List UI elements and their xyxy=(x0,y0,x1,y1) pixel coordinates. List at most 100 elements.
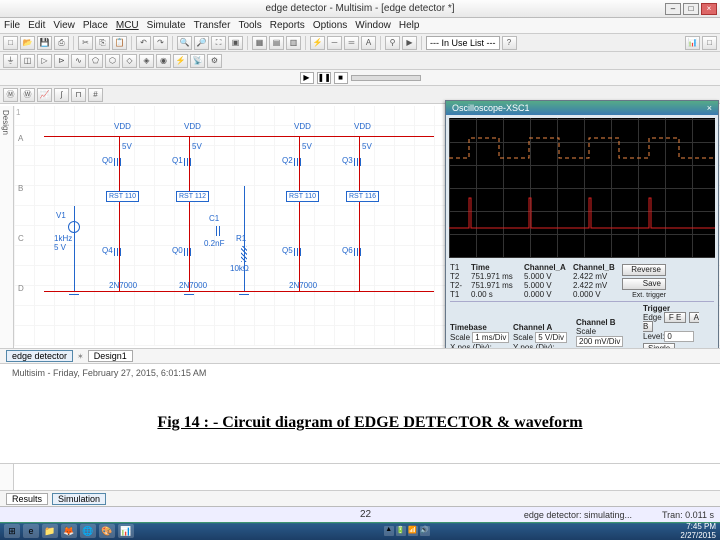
mixed-icon[interactable]: ◈ xyxy=(139,54,154,68)
undo-icon[interactable]: ↶ xyxy=(136,36,151,50)
oscilloscope-icon[interactable]: 📈 xyxy=(37,88,52,102)
close-button[interactable]: × xyxy=(701,3,717,15)
instrument-icon[interactable]: 📊 xyxy=(685,36,700,50)
oscillo-close-icon[interactable]: × xyxy=(707,103,712,113)
basic-icon[interactable]: ◫ xyxy=(20,54,35,68)
pause-button[interactable]: ❚❚ xyxy=(317,72,331,84)
menu-file[interactable]: File xyxy=(4,20,20,31)
zoom-out-icon[interactable]: 🔎 xyxy=(194,36,209,50)
mosfet-q6[interactable] xyxy=(354,246,366,258)
grid-icon[interactable]: ▦ xyxy=(252,36,267,50)
in-use-list[interactable]: --- In Use List --- xyxy=(426,36,500,50)
menu-view[interactable]: View xyxy=(53,20,75,31)
menu-place[interactable]: Place xyxy=(83,20,108,31)
chb-scale[interactable]: 200 mV/Div xyxy=(576,336,623,347)
tab-simulation[interactable]: Simulation xyxy=(52,493,106,505)
tb-scale[interactable]: 1 ms/Div xyxy=(472,332,509,343)
resistor[interactable] xyxy=(241,246,247,262)
menu-simulate[interactable]: Simulate xyxy=(147,20,186,31)
layers-icon[interactable]: ▥ xyxy=(286,36,301,50)
mosfet-q2[interactable] xyxy=(294,156,306,168)
paste-icon[interactable]: 📋 xyxy=(112,36,127,50)
electro-icon[interactable]: ⚙ xyxy=(207,54,222,68)
ground-3[interactable] xyxy=(239,294,249,300)
multisim-icon[interactable]: 📊 xyxy=(118,524,134,538)
bus-icon[interactable]: ═ xyxy=(344,36,359,50)
open-icon[interactable]: 📂 xyxy=(20,36,35,50)
copy-icon[interactable]: ⎘ xyxy=(95,36,110,50)
mosfet-q1[interactable] xyxy=(184,156,196,168)
edge-fe[interactable]: F E xyxy=(664,312,686,323)
capacitor[interactable] xyxy=(214,226,222,236)
tray-volume-icon[interactable]: 🔊 xyxy=(420,526,430,536)
ttl-icon[interactable]: ⬠ xyxy=(88,54,103,68)
new-icon[interactable]: □ xyxy=(3,36,18,50)
menu-mcu[interactable]: MCU xyxy=(116,20,139,31)
wire-icon[interactable]: ─ xyxy=(327,36,342,50)
ie-icon[interactable]: e xyxy=(23,524,39,538)
windows-taskbar[interactable]: ⊞ e 📁 🦊 🌐 🎨 📊 ▲ 🔋 📶 🔊 7:45 PM 2/27/2015 xyxy=(0,522,720,540)
probe-icon[interactable]: ⚲ xyxy=(385,36,400,50)
mosfet-q0[interactable] xyxy=(114,156,126,168)
power-icon[interactable]: ⚡ xyxy=(173,54,188,68)
paint-icon[interactable]: 🎨 xyxy=(99,524,115,538)
sources-icon[interactable]: ⏚ xyxy=(3,54,18,68)
explorer-icon[interactable]: 📁 xyxy=(42,524,58,538)
indicator-icon[interactable]: ◉ xyxy=(156,54,171,68)
zoom-fit-icon[interactable]: ⛶ xyxy=(211,36,226,50)
ground-2[interactable] xyxy=(184,294,194,300)
sim-speed-slider[interactable] xyxy=(351,75,421,81)
menu-edit[interactable]: Edit xyxy=(28,20,45,31)
rf-icon[interactable]: 📡 xyxy=(190,54,205,68)
print-icon[interactable]: ⎙ xyxy=(54,36,69,50)
save-icon[interactable]: 💾 xyxy=(37,36,52,50)
oscillo-titlebar[interactable]: Oscilloscope-XSC1 × xyxy=(446,101,718,115)
zoom-in-icon[interactable]: 🔍 xyxy=(177,36,192,50)
ground-1[interactable] xyxy=(69,294,79,300)
menu-help[interactable]: Help xyxy=(399,20,420,31)
run-icon[interactable]: ▶ xyxy=(402,36,417,50)
clock[interactable]: 7:45 PM 2/27/2015 xyxy=(680,522,716,540)
redo-icon[interactable]: ↷ xyxy=(153,36,168,50)
chrome-icon[interactable]: 🌐 xyxy=(80,524,96,538)
toolbox-tab[interactable]: Design xyxy=(0,106,11,139)
side-close-icon[interactable]: □ xyxy=(702,36,717,50)
logic-icon[interactable]: ⊓ xyxy=(71,88,86,102)
cha-scale[interactable]: 5 V/Div xyxy=(535,332,567,343)
bode-icon[interactable]: ∫ xyxy=(54,88,69,102)
oscilloscope-window[interactable]: Oscilloscope-XSC1 × T1 T2 T2-T1 Time 751… xyxy=(445,100,719,358)
tray-network-icon[interactable]: 📶 xyxy=(408,526,418,536)
menu-reports[interactable]: Reports xyxy=(270,20,305,31)
tab-edge-detector[interactable]: edge detector xyxy=(6,350,73,362)
transistor-icon[interactable]: ⊳ xyxy=(54,54,69,68)
stop-button[interactable]: ■ xyxy=(334,72,348,84)
mosfet-q0b[interactable] xyxy=(184,246,196,258)
misc-icon[interactable]: ◇ xyxy=(122,54,137,68)
minimize-button[interactable]: – xyxy=(665,3,681,15)
firefox-icon[interactable]: 🦊 xyxy=(61,524,77,538)
mosfet-q4[interactable] xyxy=(114,246,126,258)
voltage-source[interactable] xyxy=(68,221,80,233)
menu-options[interactable]: Options xyxy=(313,20,347,31)
cut-icon[interactable]: ✂ xyxy=(78,36,93,50)
maximize-button[interactable]: □ xyxy=(683,3,699,15)
tab-design1[interactable]: Design1 xyxy=(88,350,133,362)
start-button[interactable]: ⊞ xyxy=(4,524,20,538)
help-icon[interactable]: ? xyxy=(502,36,517,50)
text-icon[interactable]: A xyxy=(361,36,376,50)
reverse-button[interactable]: Reverse xyxy=(622,264,666,276)
diode-icon[interactable]: ▷ xyxy=(37,54,52,68)
component-icon[interactable]: ⚡ xyxy=(310,36,325,50)
full-screen-icon[interactable]: ▣ xyxy=(228,36,243,50)
scope-screen[interactable] xyxy=(449,118,715,258)
menu-window[interactable]: Window xyxy=(355,20,391,31)
tray-up-icon[interactable]: ▲ xyxy=(384,526,394,536)
wattmeter-icon[interactable]: Ⓦ xyxy=(20,88,35,102)
save-button[interactable]: Save xyxy=(622,278,666,290)
play-button[interactable]: ▶ xyxy=(300,72,314,84)
level-field[interactable]: 0 xyxy=(664,331,694,342)
menu-tools[interactable]: Tools xyxy=(238,20,261,31)
analog-icon[interactable]: ∿ xyxy=(71,54,86,68)
cmos-icon[interactable]: ⬡ xyxy=(105,54,120,68)
tray-battery-icon[interactable]: 🔋 xyxy=(396,526,406,536)
